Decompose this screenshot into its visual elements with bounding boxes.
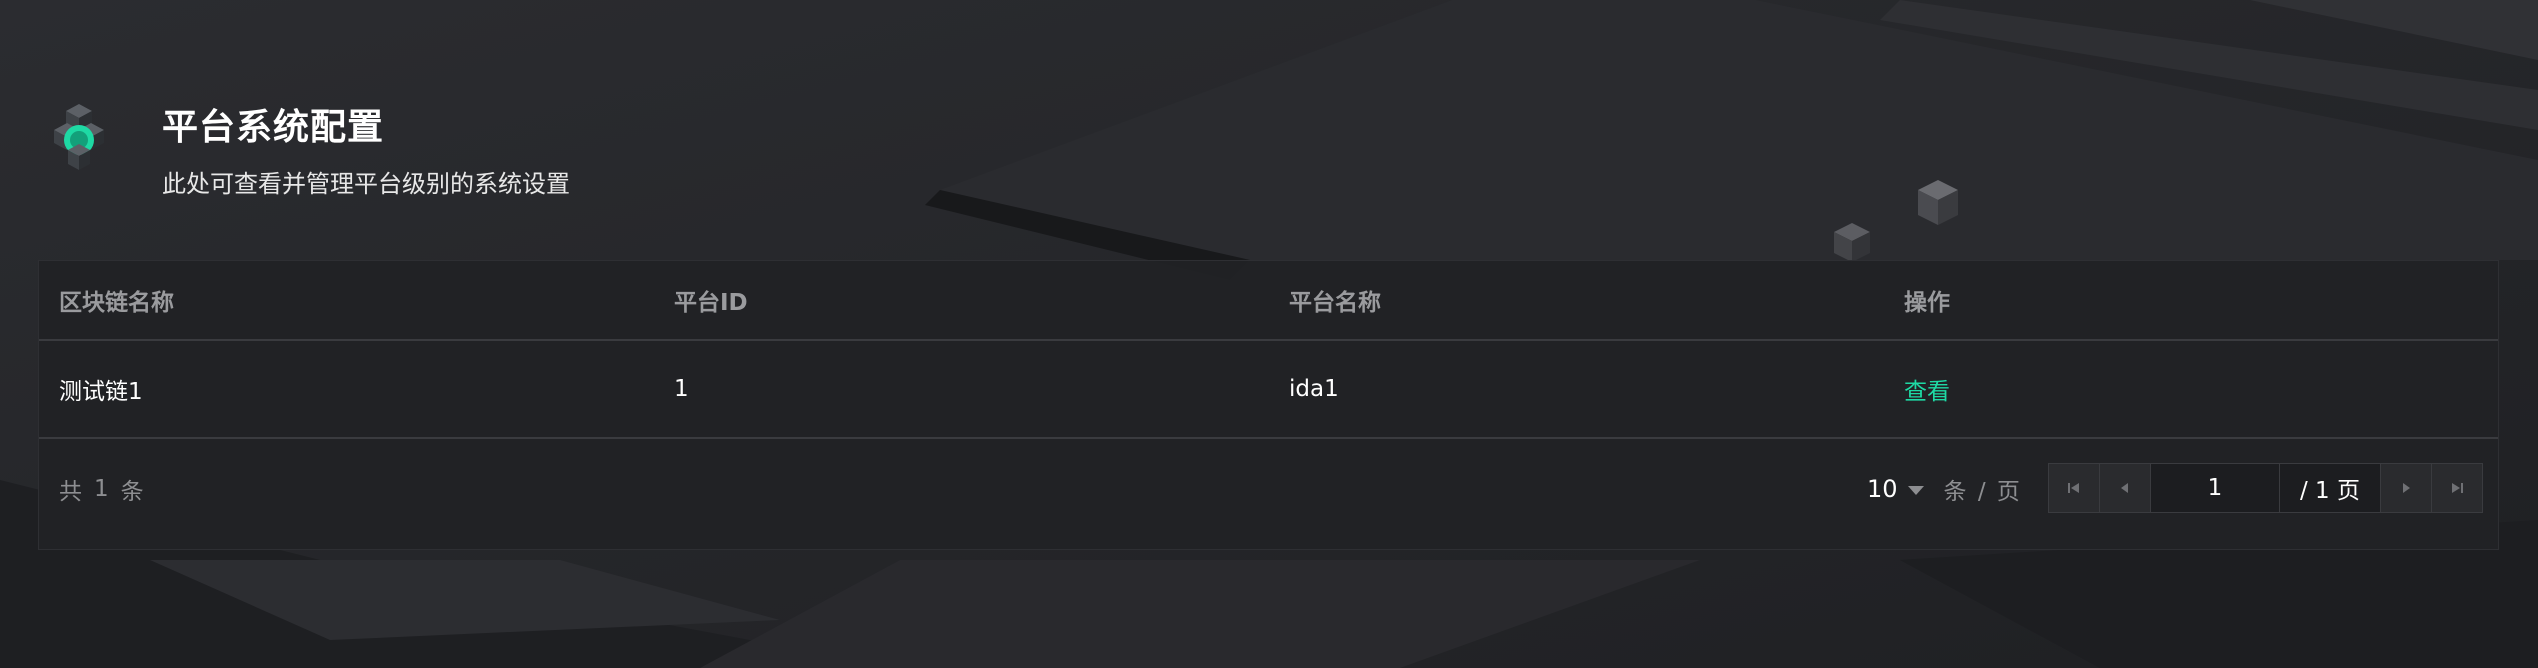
- pager: / 1 页: [2048, 463, 2483, 513]
- view-link[interactable]: 查看: [1904, 341, 1950, 437]
- column-header-chain-name: 区块链名称: [59, 290, 174, 316]
- total-prefix: 共: [59, 479, 84, 505]
- column-header-platform-id: 平台ID: [674, 290, 748, 316]
- page-size-selector[interactable]: 10 条 / 页: [1867, 439, 2022, 539]
- cell-chain-name: 测试链1: [59, 379, 143, 405]
- total-count: 共 1 条: [59, 439, 156, 539]
- pagination-footer: 共 1 条 10 条 / 页 / 1 页: [39, 439, 2498, 549]
- page-size-value[interactable]: 10: [1867, 475, 1898, 503]
- total-count-value: 1: [94, 476, 111, 502]
- table-row: 测试链1 1 ida1 查看: [39, 341, 2498, 439]
- column-header-platform-name: 平台名称: [1289, 290, 1381, 316]
- page-subtitle: 此处可查看并管理平台级别的系统设置: [162, 170, 570, 198]
- first-page-button[interactable]: [2049, 464, 2100, 512]
- first-page-icon: [2068, 483, 2079, 493]
- prev-page-icon: [2121, 483, 2128, 493]
- next-page-button[interactable]: [2381, 464, 2432, 512]
- last-page-button[interactable]: [2432, 464, 2482, 512]
- prev-page-button[interactable]: [2100, 464, 2151, 512]
- cell-platform-name: ida1: [1289, 376, 1339, 402]
- column-header-action: 操作: [1904, 290, 1950, 316]
- page-title: 平台系统配置: [162, 107, 385, 148]
- last-page-icon: [2452, 483, 2463, 493]
- total-pages-label: / 1 页: [2280, 464, 2381, 512]
- caret-down-icon[interactable]: [1907, 486, 1924, 495]
- next-page-icon: [2403, 483, 2410, 493]
- platform-table-panel: 区块链名称 平台ID 平台名称 操作 测试链1 1 ida1 查看 共 1 条 …: [38, 260, 2499, 550]
- current-page-input[interactable]: [2151, 464, 2280, 512]
- table-header: 区块链名称 平台ID 平台名称 操作: [39, 261, 2498, 341]
- page-header: 平台系统配置 此处可查看并管理平台级别的系统设置: [40, 90, 940, 210]
- cube-cluster-icon: [40, 100, 118, 178]
- per-page-label: 条 / 页: [1943, 479, 2022, 505]
- cell-platform-id: 1: [674, 376, 689, 402]
- total-suffix: 条: [120, 479, 146, 505]
